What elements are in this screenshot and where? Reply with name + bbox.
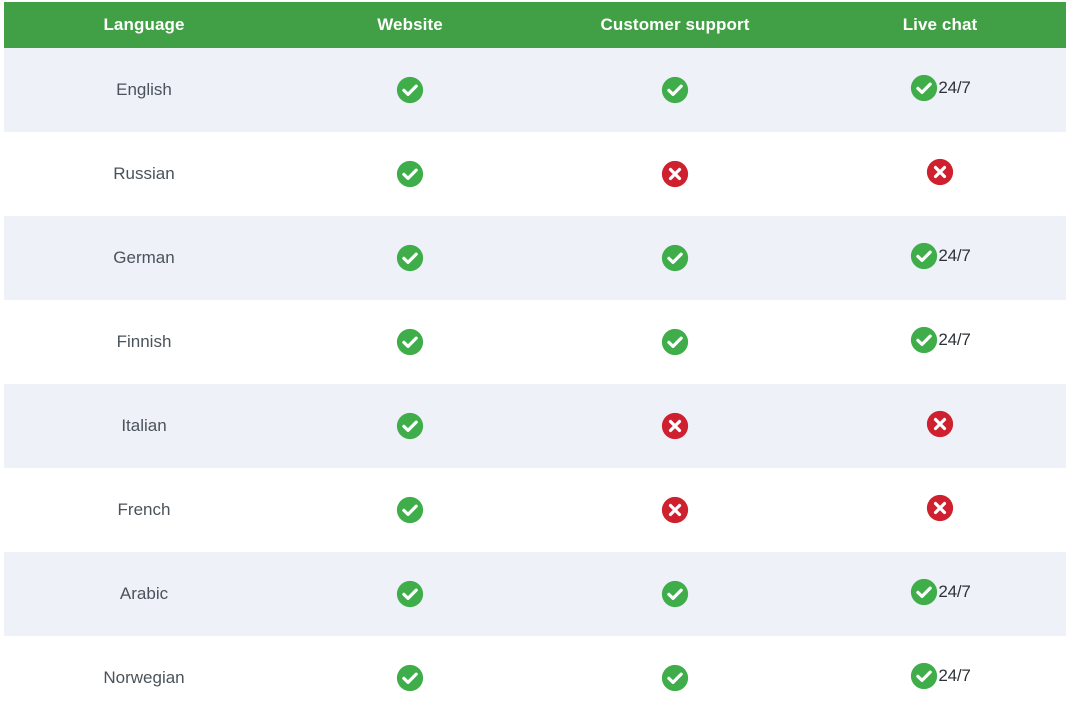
table-row: Russian xyxy=(4,132,1066,216)
cell-language: German xyxy=(113,248,175,267)
cell-website xyxy=(284,132,536,216)
cross-circle-icon xyxy=(660,495,690,525)
comparison-table-container: Language Website Customer support Live c… xyxy=(0,0,1074,720)
cell-language: Italian xyxy=(121,416,167,435)
check-circle-icon xyxy=(660,327,690,357)
check-circle-icon xyxy=(660,243,690,273)
cross-circle-icon xyxy=(660,159,690,189)
table-row: English 24/7 xyxy=(4,48,1066,132)
live-chat-availability-label: 24/7 xyxy=(938,330,971,349)
cell-live-chat: 24/7 xyxy=(814,300,1066,384)
check-circle-icon xyxy=(909,73,939,103)
cell-live-chat: 24/7 xyxy=(814,636,1066,720)
check-circle-icon xyxy=(909,325,939,355)
table-row: Finnish 24/7 xyxy=(4,300,1066,384)
cell-website xyxy=(284,552,536,636)
table-row: Norwegian 24/7 xyxy=(4,636,1066,720)
check-circle-icon xyxy=(909,241,939,271)
cell-live-chat: 24/7 xyxy=(814,48,1066,132)
check-circle-icon xyxy=(395,327,425,357)
cross-circle-icon xyxy=(925,409,955,439)
table-header-row: Language Website Customer support Live c… xyxy=(4,2,1066,48)
live-chat-availability-label: 24/7 xyxy=(938,246,971,265)
cell-website xyxy=(284,216,536,300)
live-chat-availability-label: 24/7 xyxy=(938,78,971,97)
check-circle-icon xyxy=(395,243,425,273)
live-chat-availability-label: 24/7 xyxy=(938,582,971,601)
check-circle-icon xyxy=(395,411,425,441)
cross-circle-icon xyxy=(925,493,955,523)
live-chat-value xyxy=(925,493,955,523)
live-chat-value xyxy=(925,157,955,187)
column-header-website: Website xyxy=(377,15,443,34)
cross-circle-icon xyxy=(660,411,690,441)
check-circle-icon xyxy=(395,75,425,105)
cell-language: Finnish xyxy=(116,332,172,351)
live-chat-value: 24/7 xyxy=(909,325,971,355)
check-circle-icon xyxy=(395,663,425,693)
cell-language: English xyxy=(116,80,172,99)
cell-language: Arabic xyxy=(119,584,169,603)
cell-customer-support xyxy=(536,216,814,300)
cell-language: Russian xyxy=(113,164,175,183)
cell-customer-support xyxy=(536,636,814,720)
table-row: German 24/7 xyxy=(4,216,1066,300)
cell-customer-support xyxy=(536,384,814,468)
cell-website xyxy=(284,384,536,468)
table-row: Italian xyxy=(4,384,1066,468)
live-chat-value: 24/7 xyxy=(909,661,971,691)
table-header: Language Website Customer support Live c… xyxy=(4,2,1066,48)
cell-customer-support xyxy=(536,48,814,132)
column-header-live-chat: Live chat xyxy=(902,15,978,34)
cell-live-chat xyxy=(814,384,1066,468)
check-circle-icon xyxy=(395,579,425,609)
cell-website xyxy=(284,636,536,720)
cell-website xyxy=(284,48,536,132)
cell-live-chat xyxy=(814,132,1066,216)
cell-customer-support xyxy=(536,300,814,384)
live-chat-value xyxy=(925,409,955,439)
cell-website xyxy=(284,300,536,384)
column-header-customer-support: Customer support xyxy=(600,15,750,34)
live-chat-value: 24/7 xyxy=(909,577,971,607)
cell-website xyxy=(284,468,536,552)
table-row: French xyxy=(4,468,1066,552)
live-chat-availability-label: 24/7 xyxy=(938,666,971,685)
check-circle-icon xyxy=(660,663,690,693)
cell-live-chat: 24/7 xyxy=(814,552,1066,636)
column-header-language: Language xyxy=(103,15,185,34)
cell-customer-support xyxy=(536,132,814,216)
cell-customer-support xyxy=(536,552,814,636)
check-circle-icon xyxy=(660,579,690,609)
language-support-table: Language Website Customer support Live c… xyxy=(4,2,1066,720)
cell-customer-support xyxy=(536,468,814,552)
check-circle-icon xyxy=(909,661,939,691)
cell-language: French xyxy=(117,500,171,519)
cell-live-chat xyxy=(814,468,1066,552)
check-circle-icon xyxy=(395,159,425,189)
live-chat-value: 24/7 xyxy=(909,73,971,103)
cross-circle-icon xyxy=(925,157,955,187)
check-circle-icon xyxy=(660,75,690,105)
cell-language: Norwegian xyxy=(103,668,185,687)
table-body: English 24/7 Russian German 24/7 Finnish 24/7 I… xyxy=(4,48,1066,720)
table-row: Arabic 24/7 xyxy=(4,552,1066,636)
cell-live-chat: 24/7 xyxy=(814,216,1066,300)
check-circle-icon xyxy=(395,495,425,525)
check-circle-icon xyxy=(909,577,939,607)
live-chat-value: 24/7 xyxy=(909,241,971,271)
